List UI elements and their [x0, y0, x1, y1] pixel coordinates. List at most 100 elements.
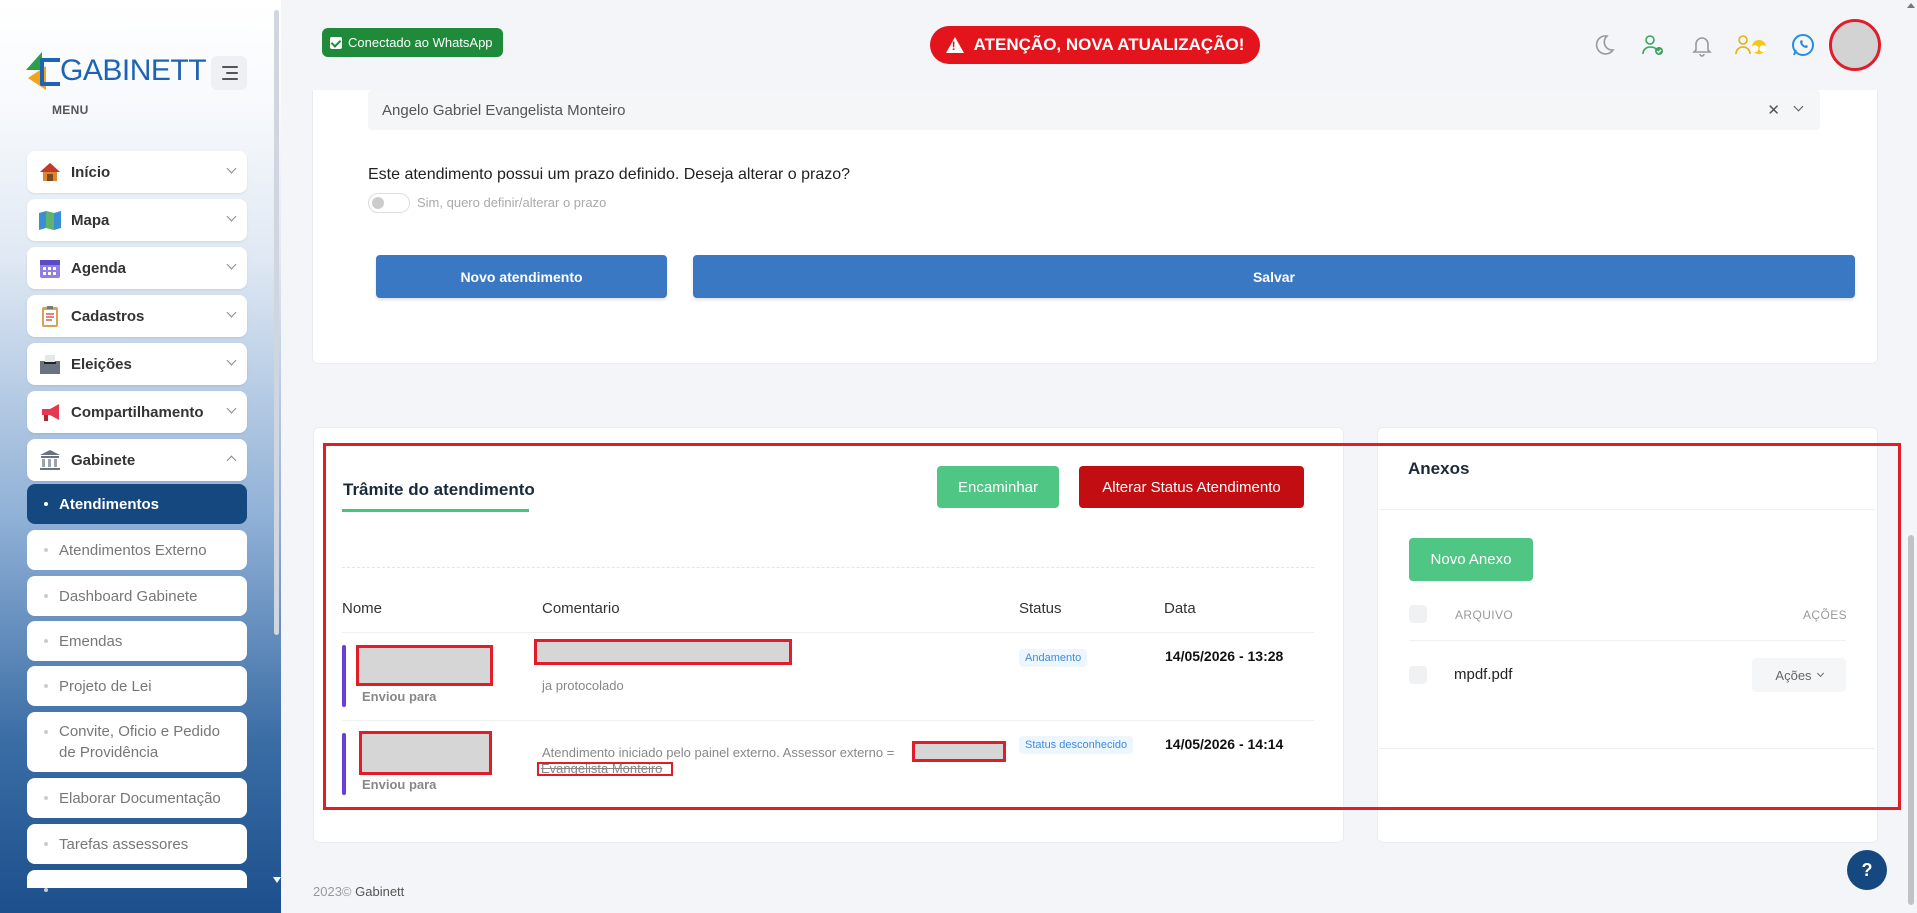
- clear-icon[interactable]: ✕: [1767, 101, 1780, 119]
- sidebar-subitem-partial[interactable]: [27, 870, 247, 892]
- chevron-down-icon: [226, 403, 237, 414]
- redacted-comment: [534, 639, 792, 665]
- sidebar-item-cadastros[interactable]: Cadastros: [27, 295, 247, 337]
- tramite-title: Trâmite do atendimento: [343, 480, 535, 499]
- column-header-comentario: Comentario: [542, 600, 620, 617]
- assessor-select-value: Angelo Gabriel Evangelista Monteiro: [382, 101, 626, 119]
- sidebar-item-label: Compartilhamento: [71, 403, 204, 421]
- sidebar-subitem-atendimentos-externo[interactable]: Atendimentos Externo: [27, 530, 247, 570]
- sidebar-subitem-atendimentos[interactable]: Atendimentos: [27, 484, 247, 524]
- column-header-status: Status: [1019, 600, 1062, 617]
- sidebar-subitem-tarefas-assessores[interactable]: Tarefas assessores: [27, 824, 247, 864]
- sidebar-scroll-down-icon[interactable]: [273, 877, 281, 883]
- user-check-icon[interactable]: [1641, 33, 1665, 57]
- sidebar-subitem-emendas[interactable]: Emendas: [27, 621, 247, 661]
- redacted-name: [356, 645, 493, 686]
- sidebar-item-label: Gabinete: [71, 451, 136, 469]
- row-divider: [1409, 640, 1846, 641]
- sidebar-item-agenda[interactable]: Agenda: [27, 247, 247, 289]
- chevron-down-icon: [1816, 669, 1824, 678]
- sidebar-scrollbar[interactable]: [274, 10, 279, 635]
- chevron-down-icon: [226, 259, 237, 270]
- logo-mark-icon: [26, 52, 60, 90]
- building-icon: [38, 449, 62, 471]
- clipboard-icon: [38, 305, 62, 327]
- row-date: 14/05/2026 - 14:14: [1165, 736, 1284, 752]
- novo-anexo-button[interactable]: Novo Anexo: [1409, 538, 1533, 581]
- alterar-status-button[interactable]: Alterar Status Atendimento: [1079, 466, 1304, 508]
- prazo-toggle-label: Sim, quero definir/alterar o prazo: [417, 195, 607, 210]
- update-alert-text: ATENÇÃO, NOVA ATUALIZAÇÃO!: [973, 35, 1245, 54]
- assessor-select[interactable]: Angelo Gabriel Evangelista Monteiro ✕: [368, 90, 1820, 130]
- footer-brand[interactable]: Gabinett: [355, 884, 404, 899]
- novo-atendimento-button[interactable]: Novo atendimento: [376, 255, 667, 298]
- enviou-para-label: Enviou para: [362, 689, 437, 704]
- select-all-checkbox[interactable]: [1409, 605, 1427, 623]
- atendimento-form-card: [312, 90, 1878, 364]
- moon-icon[interactable]: [1592, 33, 1616, 57]
- sidebar-item-label: Eleições: [71, 355, 132, 373]
- sidebar-subitem-elaborar-documentacao[interactable]: Elaborar Documentação: [27, 778, 247, 818]
- status-badge: Status desconhecido: [1019, 736, 1134, 754]
- chevron-down-icon: [226, 307, 237, 318]
- help-button[interactable]: ?: [1847, 850, 1887, 890]
- footer-year: 2023©: [313, 884, 352, 899]
- acoes-dropdown-button[interactable]: Ações: [1752, 658, 1846, 692]
- sidebar-item-gabinete[interactable]: Gabinete: [27, 439, 247, 481]
- row-divider: [342, 632, 1314, 633]
- ballot-box-icon: [38, 353, 62, 375]
- footer: 2023© Gabinett: [313, 884, 404, 899]
- bell-icon[interactable]: [1690, 33, 1714, 57]
- row-divider: [342, 720, 1314, 721]
- prazo-toggle[interactable]: [368, 193, 410, 213]
- encaminhar-button[interactable]: Encaminhar: [937, 466, 1059, 508]
- sidebar-item-compartilhamento[interactable]: Compartilhamento: [27, 391, 247, 433]
- logo[interactable]: GABINETT: [26, 52, 207, 90]
- row-comment: Atendimento iniciado pelo painel externo…: [542, 745, 895, 760]
- row-checkbox[interactable]: [1409, 666, 1427, 684]
- sidebar-subitem-projeto-de-lei[interactable]: Projeto de Lei: [27, 666, 247, 706]
- scroll-up-icon[interactable]: [1907, 3, 1915, 8]
- sidebar-subitem-convite-oficio[interactable]: Convite, Oficio e Pedido de Providência: [27, 712, 247, 772]
- divider: [342, 567, 1314, 568]
- column-header-nome: Nome: [342, 600, 383, 617]
- table-row-indicator: [342, 645, 346, 707]
- chevron-down-icon: [226, 211, 237, 222]
- chevron-down-icon: [226, 163, 237, 174]
- whatsapp-status-badge: Conectado ao WhatsApp: [322, 28, 503, 57]
- file-name[interactable]: mpdf.pdf: [1454, 666, 1512, 683]
- prazo-question: Este atendimento possui um prazo definid…: [368, 166, 851, 183]
- chevron-up-icon: [226, 455, 237, 466]
- enviou-para-label: Enviou para: [362, 777, 437, 792]
- menu-label: MENU: [52, 103, 89, 117]
- menu-toggle-button[interactable]: [211, 56, 247, 90]
- chevron-down-icon[interactable]: [1793, 101, 1804, 112]
- column-header-arquivo: ARQUIVO: [1455, 608, 1514, 622]
- salvar-button[interactable]: Salvar: [693, 255, 1855, 298]
- svg-text:●●: ●●: [1751, 44, 1767, 54]
- calendar-icon: [38, 257, 62, 279]
- main-scrollbar[interactable]: [1908, 535, 1914, 905]
- row-comment: ja protocolado: [542, 678, 624, 693]
- update-alert-button[interactable]: ATENÇÃO, NOVA ATUALIZAÇÃO!: [930, 26, 1260, 64]
- column-header-acoes: AÇÕES: [1803, 608, 1848, 622]
- logo-text: GABINETT: [60, 54, 207, 87]
- anexos-title: Anexos: [1408, 459, 1470, 478]
- sidebar-subitem-dashboard-gabinete[interactable]: Dashboard Gabinete: [27, 576, 247, 616]
- redacted-name: [359, 731, 492, 775]
- sidebar-item-eleicoes[interactable]: Eleições: [27, 343, 247, 385]
- sidebar-item-label: Mapa: [71, 211, 110, 229]
- table-row-indicator: [342, 733, 346, 795]
- sidebar-item-inicio[interactable]: Início: [27, 151, 247, 193]
- home-icon: [38, 161, 62, 183]
- whatsapp-status-text: Conectado ao WhatsApp: [348, 35, 493, 50]
- sidebar-item-mapa[interactable]: Mapa: [27, 199, 247, 241]
- avatar[interactable]: [1829, 19, 1881, 71]
- warning-icon: [945, 37, 964, 53]
- whatsapp-icon[interactable]: [1791, 33, 1815, 57]
- users-group-icon[interactable]: ●●: [1734, 33, 1772, 57]
- check-icon: [330, 36, 342, 49]
- row-date: 14/05/2026 - 13:28: [1165, 648, 1284, 664]
- row-comment-tail: Evangelista Monteiro: [537, 762, 673, 776]
- sidebar-item-label: Agenda: [71, 259, 127, 277]
